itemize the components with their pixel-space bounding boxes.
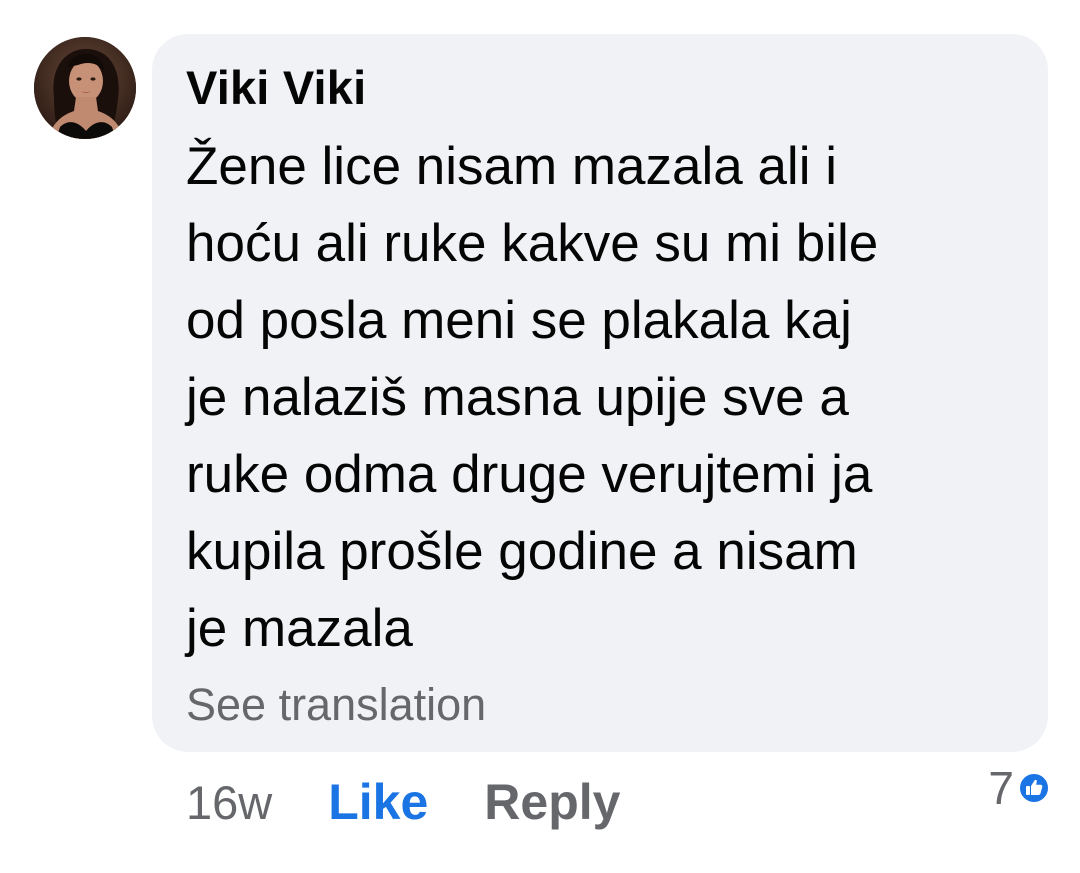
comment-timestamp[interactable]: 16w xyxy=(186,775,272,830)
comment-text-line: je nalaziš masna upije sve a xyxy=(186,368,849,427)
reaction-summary[interactable]: 7 xyxy=(988,760,1050,816)
comment-bubble: Viki Viki Žene lice nisam mazala ali i h… xyxy=(152,34,1048,752)
comment-text-line: Žene lice nisam mazala ali i xyxy=(186,137,837,196)
avatar[interactable] xyxy=(34,37,136,139)
comment-actions: 16w Like Reply xyxy=(186,770,620,834)
profile-photo xyxy=(34,37,136,139)
comment-text-line: je mazala xyxy=(186,599,413,658)
comment-text: Žene lice nisam mazala ali i hoću ali ru… xyxy=(186,128,878,667)
comment-text-line: od posla meni se plakala kaj xyxy=(186,291,852,350)
comment-author[interactable]: Viki Viki xyxy=(186,60,366,115)
comment-text-line: hoću ali ruke kakve su mi bile xyxy=(186,214,879,273)
reaction-count: 7 xyxy=(988,762,1014,814)
comment-text-line: kupila prošle godine a nisam xyxy=(186,522,858,581)
like-button[interactable]: Like xyxy=(328,773,428,831)
reply-button[interactable]: Reply xyxy=(484,773,620,831)
like-thumb-icon xyxy=(1018,772,1050,804)
see-translation-link[interactable]: See translation xyxy=(186,679,486,731)
comment-text-line: ruke odma druge verujtemi ja xyxy=(186,445,873,504)
